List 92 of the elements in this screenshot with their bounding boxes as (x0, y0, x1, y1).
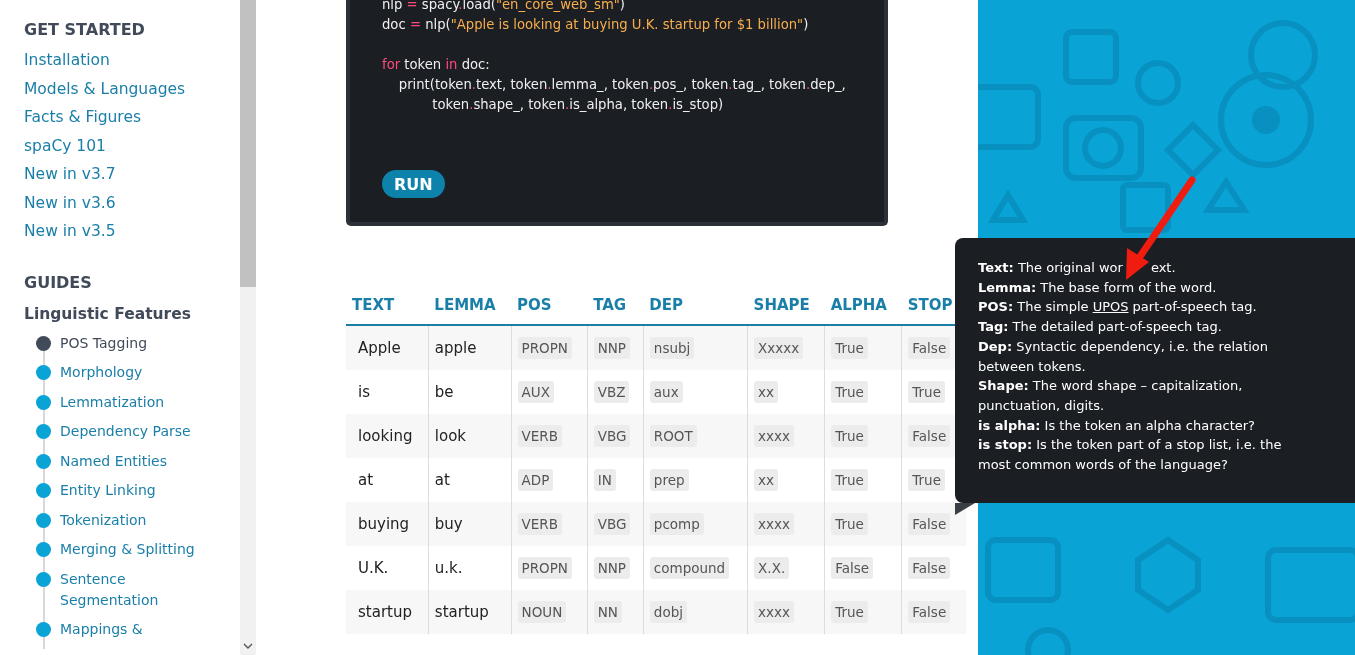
table-cell: buying (346, 502, 429, 546)
nav-group-heading: Linguistic Features (24, 303, 192, 325)
nav-link[interactable]: Mappings & (60, 619, 210, 640)
nav-link[interactable]: Models & Languages (24, 74, 240, 103)
tag-chip: compound (649, 557, 730, 579)
tag-chip: pcomp (649, 513, 704, 535)
tag-chip: NOUN (517, 601, 567, 623)
tag-chip: ADP (517, 469, 554, 491)
tag-chip: xx (754, 381, 779, 403)
tag-chip: NNP (593, 337, 630, 359)
tag-chip: True (908, 381, 945, 403)
section-heading: GUIDES (24, 271, 93, 294)
tag-chip: True (831, 469, 868, 491)
table-cell: looking (346, 414, 429, 458)
tag-chip: xx (754, 469, 779, 491)
nav-link[interactable]: New in v3.5 (24, 217, 240, 246)
table-cell: startup (346, 590, 429, 634)
tag-chip: aux (649, 381, 683, 403)
tag-chip: Xxxxx (754, 337, 804, 359)
nav-link[interactable]: New in v3.7 (24, 160, 240, 189)
tag-chip: IN (593, 469, 616, 491)
tag-chip: prep (649, 469, 689, 491)
tag-chip: False (908, 557, 951, 579)
table-cell: U.K. (346, 546, 429, 590)
tag-chip: False (831, 557, 874, 579)
tooltip-line: POS: The simple UPOS part-of-speech tag. (978, 298, 1258, 317)
tooltip-line: is stop: Is the token part of a stop list, i.e. the most common words of the language? (978, 436, 1283, 475)
table-cell: buy (428, 502, 512, 546)
nav-link[interactable]: POS Tagging (60, 332, 210, 354)
tag-chip: True (831, 513, 868, 535)
tag-chip: AUX (517, 381, 554, 403)
tag-chip: False (908, 601, 951, 623)
tag-chip: NN (593, 601, 622, 623)
upos-link[interactable]: UPOS (1092, 299, 1129, 315)
tooltip-line: Lemma: The base form of the word. (978, 278, 1218, 297)
tag-chip: PROPN (517, 337, 572, 359)
nav-link[interactable]: Named Entities (60, 450, 210, 472)
nav-link[interactable]: Installation (24, 46, 240, 75)
nav-link[interactable]: New in v3.6 (24, 188, 240, 217)
tag-chip: xxxx (754, 513, 795, 535)
tag-chip: X.X. (754, 557, 790, 579)
tooltip-text-fragment: ext. (1150, 260, 1176, 275)
scrollbar-thumb[interactable] (240, 0, 256, 287)
tag-chip: PROPN (517, 557, 572, 579)
tag-chip: NNP (593, 557, 630, 579)
tag-chip: False (908, 425, 951, 447)
tooltip-line: is alpha: Is the token an alpha character? (978, 416, 1256, 435)
tooltip-line: Shape: The word shape – capitalization, punctuation, digits. (978, 377, 1244, 415)
tag-chip: VBG (593, 425, 631, 447)
tag-chip: True (831, 337, 868, 359)
code-line: print(token.text, token.lemma_, token.pos_, token.tag_, token.dep_, (397, 76, 846, 94)
code-line: doc = nlp("Apple is looking at buying U.K. startup for $1 billion") (382, 16, 809, 34)
tag-chip: dobj (649, 601, 687, 623)
run-button[interactable]: RUN (382, 170, 445, 198)
tag-chip: False (908, 513, 951, 535)
tag-chip: True (831, 381, 868, 403)
nav-link[interactable]: Dependency Parse (60, 421, 210, 442)
nav-link[interactable]: Lemmatization (60, 391, 210, 413)
tag-chip: ROOT (649, 425, 697, 447)
tag-chip: xxxx (754, 601, 795, 623)
tooltip-line: Tag: The detailed part-of-speech tag. (978, 318, 1223, 337)
tag-chip: True (831, 425, 868, 447)
nav-link[interactable]: Sentence Segmentation (60, 568, 210, 611)
nav-link[interactable]: Merging & Splitting (60, 539, 210, 560)
section-heading: GET STARTED (24, 19, 146, 41)
nav-link[interactable]: Entity Linking (60, 480, 210, 501)
tag-chip: False (908, 337, 951, 359)
scrollbar[interactable] (240, 0, 256, 655)
table-cell: apple (428, 325, 512, 370)
table-cell: startup (428, 590, 512, 634)
nav-link[interactable]: Tokenization (60, 509, 210, 531)
tag-chip: nsubj (649, 337, 695, 359)
table-cell: Apple (346, 325, 429, 370)
tooltip-tail (955, 503, 975, 515)
tooltip-line: Dep: Syntactic dependency, i.e. the relation between tokens. (978, 337, 1269, 376)
table-cell: at (346, 458, 429, 502)
chevron-down-icon[interactable] (243, 643, 253, 649)
tag-chip: xxxx (754, 425, 795, 447)
table-cell: look (428, 414, 512, 458)
tooltip-line: Text: The original wor ext. (978, 259, 1177, 277)
tag-chip: VERB (517, 425, 562, 447)
tag-chip: VERB (517, 513, 562, 535)
code-line: for token in doc: (382, 56, 490, 74)
tag-chip: True (831, 601, 868, 623)
nav-link[interactable]: Morphology (60, 362, 210, 383)
table-cell: is (346, 370, 429, 414)
nav-link[interactable]: spaCy 101 (24, 131, 240, 160)
tag-chip: VBG (593, 513, 631, 535)
nav-link[interactable]: Facts & Figures (24, 103, 240, 132)
tag-chip: True (908, 469, 945, 491)
tag-chip: VBZ (593, 381, 630, 403)
code-line: token.shape_, token.is_alpha, token.is_stop) (431, 96, 724, 114)
